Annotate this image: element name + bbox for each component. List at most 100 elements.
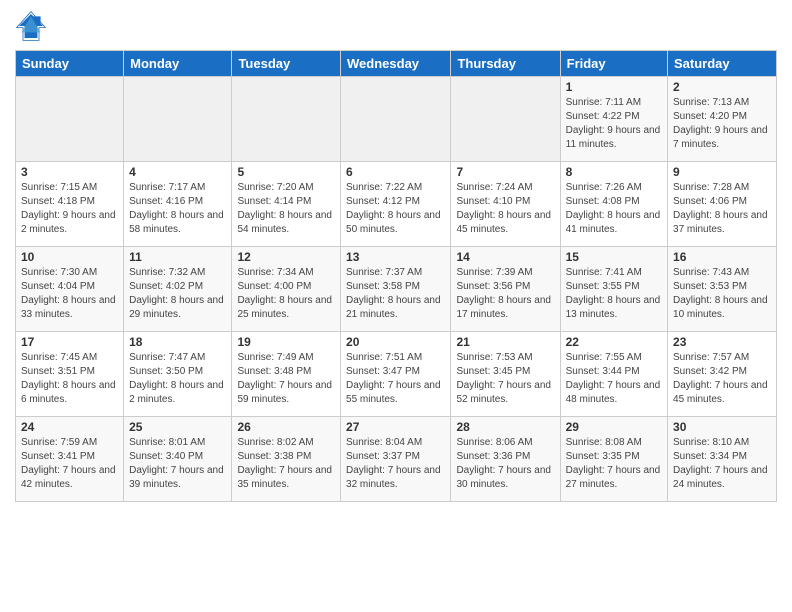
day-info: Sunrise: 7:28 AM Sunset: 4:06 PM Dayligh… [673, 181, 771, 237]
day-number: 28 [456, 420, 554, 434]
day-info: Sunrise: 7:37 AM Sunset: 3:58 PM Dayligh… [346, 266, 445, 322]
day-number: 27 [346, 420, 445, 434]
calendar-week-row: 17 Sunrise: 7:45 AM Sunset: 3:51 PM Dayli… [16, 332, 777, 417]
calendar-table: SundayMondayTuesdayWednesdayThursdayFrid… [15, 50, 777, 502]
day-number: 7 [456, 165, 554, 179]
day-number: 15 [566, 250, 662, 264]
day-info: Sunrise: 8:04 AM Sunset: 3:37 PM Dayligh… [346, 436, 445, 492]
calendar-cell: 22 Sunrise: 7:55 AM Sunset: 3:44 PM Dayli… [560, 332, 667, 417]
day-number: 22 [566, 335, 662, 349]
calendar-cell: 11 Sunrise: 7:32 AM Sunset: 4:02 PM Dayli… [124, 247, 232, 332]
day-number: 9 [673, 165, 771, 179]
day-number: 11 [129, 250, 226, 264]
day-info: Sunrise: 7:22 AM Sunset: 4:12 PM Dayligh… [346, 181, 445, 237]
calendar-cell [16, 77, 124, 162]
calendar-cell: 15 Sunrise: 7:41 AM Sunset: 3:55 PM Dayli… [560, 247, 667, 332]
day-number: 4 [129, 165, 226, 179]
day-info: Sunrise: 7:39 AM Sunset: 3:56 PM Dayligh… [456, 266, 554, 322]
calendar-cell [451, 77, 560, 162]
calendar-cell: 2 Sunrise: 7:13 AM Sunset: 4:20 PM Daylig… [668, 77, 777, 162]
calendar-day-header: Saturday [668, 51, 777, 77]
calendar-cell: 30Sunrise: 8:10 AM Sunset: 3:34 PM Dayli… [668, 417, 777, 502]
calendar-day-header: Friday [560, 51, 667, 77]
day-number: 13 [346, 250, 445, 264]
calendar-cell: 13 Sunrise: 7:37 AM Sunset: 3:58 PM Dayli… [341, 247, 451, 332]
day-info: Sunrise: 7:45 AM Sunset: 3:51 PM Dayligh… [21, 351, 118, 407]
day-info: Sunrise: 7:47 AM Sunset: 3:50 PM Dayligh… [129, 351, 226, 407]
calendar-cell: 17 Sunrise: 7:45 AM Sunset: 3:51 PM Dayli… [16, 332, 124, 417]
calendar-cell: 21 Sunrise: 7:53 AM Sunset: 3:45 PM Dayli… [451, 332, 560, 417]
logo [15, 10, 49, 42]
day-info: Sunrise: 7:32 AM Sunset: 4:02 PM Dayligh… [129, 266, 226, 322]
calendar-cell: 5 Sunrise: 7:20 AM Sunset: 4:14 PM Daylig… [232, 162, 341, 247]
day-info: Sunrise: 8:06 AM Sunset: 3:36 PM Dayligh… [456, 436, 554, 492]
day-number: 1 [566, 80, 662, 94]
day-number: 2 [673, 80, 771, 94]
calendar-cell: 23 Sunrise: 7:57 AM Sunset: 3:42 PM Dayli… [668, 332, 777, 417]
day-number: 16 [673, 250, 771, 264]
day-number: 14 [456, 250, 554, 264]
day-number: 23 [673, 335, 771, 349]
calendar-cell: 28 Sunrise: 8:06 AM Sunset: 3:36 PM Dayli… [451, 417, 560, 502]
calendar-week-row: 3Sunrise: 7:15 AM Sunset: 4:18 PM Daylig… [16, 162, 777, 247]
day-info: Sunrise: 7:41 AM Sunset: 3:55 PM Dayligh… [566, 266, 662, 322]
calendar-cell: 12Sunrise: 7:34 AM Sunset: 4:00 PM Dayli… [232, 247, 341, 332]
calendar-cell: 4Sunrise: 7:17 AM Sunset: 4:16 PM Daylig… [124, 162, 232, 247]
day-info: Sunrise: 7:53 AM Sunset: 3:45 PM Dayligh… [456, 351, 554, 407]
day-info: Sunrise: 7:34 AM Sunset: 4:00 PM Dayligh… [237, 266, 335, 322]
calendar-cell: 3Sunrise: 7:15 AM Sunset: 4:18 PM Daylig… [16, 162, 124, 247]
calendar-cell: 27 Sunrise: 8:04 AM Sunset: 3:37 PM Dayli… [341, 417, 451, 502]
day-number: 6 [346, 165, 445, 179]
day-info: Sunrise: 7:51 AM Sunset: 3:47 PM Dayligh… [346, 351, 445, 407]
day-info: Sunrise: 8:02 AM Sunset: 3:38 PM Dayligh… [237, 436, 335, 492]
calendar-cell: 6 Sunrise: 7:22 AM Sunset: 4:12 PM Daylig… [341, 162, 451, 247]
day-info: Sunrise: 7:49 AM Sunset: 3:48 PM Dayligh… [237, 351, 335, 407]
calendar-cell [341, 77, 451, 162]
day-info: Sunrise: 8:01 AM Sunset: 3:40 PM Dayligh… [129, 436, 226, 492]
logo-icon [15, 10, 47, 42]
calendar-cell [124, 77, 232, 162]
day-info: Sunrise: 7:11 AM Sunset: 4:22 PM Dayligh… [566, 96, 662, 152]
calendar-cell: 9 Sunrise: 7:28 AM Sunset: 4:06 PM Daylig… [668, 162, 777, 247]
day-info: Sunrise: 7:55 AM Sunset: 3:44 PM Dayligh… [566, 351, 662, 407]
day-number: 25 [129, 420, 226, 434]
calendar-cell: 29Sunrise: 8:08 AM Sunset: 3:35 PM Dayli… [560, 417, 667, 502]
day-number: 17 [21, 335, 118, 349]
calendar-header-row: SundayMondayTuesdayWednesdayThursdayFrid… [16, 51, 777, 77]
calendar-day-header: Wednesday [341, 51, 451, 77]
calendar-cell: 26 Sunrise: 8:02 AM Sunset: 3:38 PM Dayli… [232, 417, 341, 502]
calendar-cell: 25 Sunrise: 8:01 AM Sunset: 3:40 PM Dayli… [124, 417, 232, 502]
day-info: Sunrise: 7:59 AM Sunset: 3:41 PM Dayligh… [21, 436, 118, 492]
day-info: Sunrise: 7:13 AM Sunset: 4:20 PM Dayligh… [673, 96, 771, 152]
day-number: 26 [237, 420, 335, 434]
calendar-week-row: 1 Sunrise: 7:11 AM Sunset: 4:22 PM Daylig… [16, 77, 777, 162]
day-info: Sunrise: 7:43 AM Sunset: 3:53 PM Dayligh… [673, 266, 771, 322]
day-number: 5 [237, 165, 335, 179]
calendar-cell: 20 Sunrise: 7:51 AM Sunset: 3:47 PM Dayli… [341, 332, 451, 417]
day-number: 30 [673, 420, 771, 434]
day-number: 18 [129, 335, 226, 349]
day-number: 19 [237, 335, 335, 349]
day-number: 10 [21, 250, 118, 264]
calendar-cell [232, 77, 341, 162]
calendar-cell: 7 Sunrise: 7:24 AM Sunset: 4:10 PM Daylig… [451, 162, 560, 247]
day-info: Sunrise: 7:24 AM Sunset: 4:10 PM Dayligh… [456, 181, 554, 237]
calendar-cell: 24 Sunrise: 7:59 AM Sunset: 3:41 PM Dayli… [16, 417, 124, 502]
calendar-cell: 18 Sunrise: 7:47 AM Sunset: 3:50 PM Dayli… [124, 332, 232, 417]
day-info: Sunrise: 7:15 AM Sunset: 4:18 PM Dayligh… [21, 181, 118, 237]
day-info: Sunrise: 7:30 AM Sunset: 4:04 PM Dayligh… [21, 266, 118, 322]
day-info: Sunrise: 7:57 AM Sunset: 3:42 PM Dayligh… [673, 351, 771, 407]
day-number: 21 [456, 335, 554, 349]
day-info: Sunrise: 7:20 AM Sunset: 4:14 PM Dayligh… [237, 181, 335, 237]
page-container: SundayMondayTuesdayWednesdayThursdayFrid… [0, 0, 792, 512]
calendar-cell: 14 Sunrise: 7:39 AM Sunset: 3:56 PM Dayli… [451, 247, 560, 332]
calendar-cell: 8Sunrise: 7:26 AM Sunset: 4:08 PM Daylig… [560, 162, 667, 247]
day-number: 29 [566, 420, 662, 434]
calendar-cell: 1 Sunrise: 7:11 AM Sunset: 4:22 PM Daylig… [560, 77, 667, 162]
calendar-day-header: Sunday [16, 51, 124, 77]
calendar-day-header: Thursday [451, 51, 560, 77]
day-number: 24 [21, 420, 118, 434]
day-number: 20 [346, 335, 445, 349]
calendar-cell: 19 Sunrise: 7:49 AM Sunset: 3:48 PM Dayli… [232, 332, 341, 417]
day-number: 8 [566, 165, 662, 179]
